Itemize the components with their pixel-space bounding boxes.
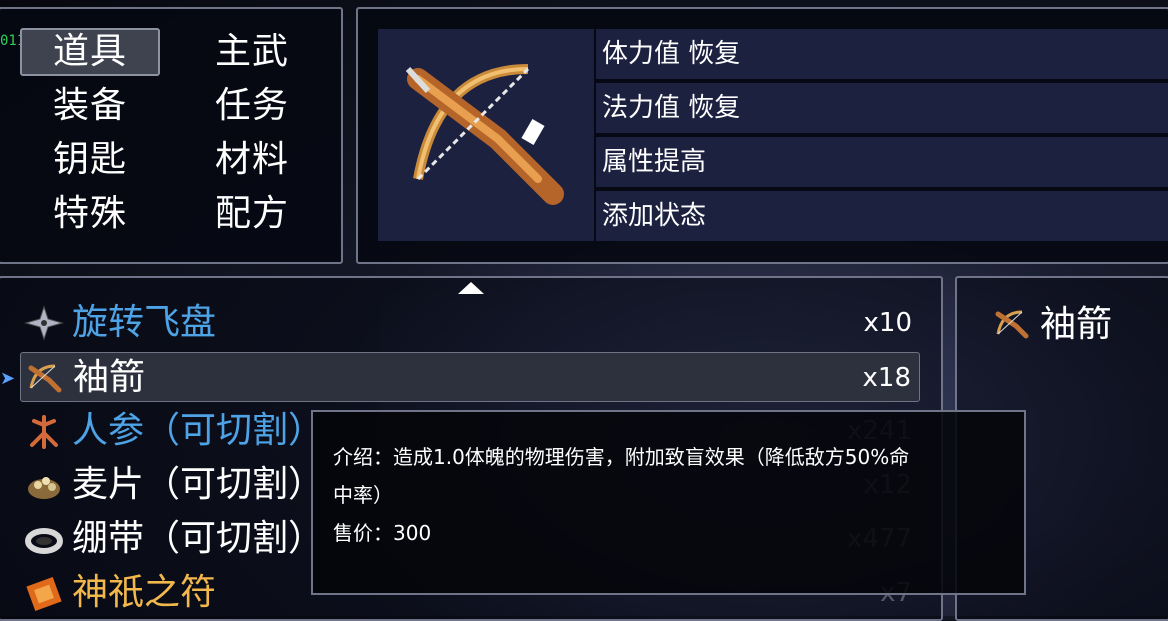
effect-attribute-boost: 属性提高 — [596, 137, 1168, 187]
item-count: x10 — [863, 308, 912, 338]
ginseng-icon — [30, 415, 58, 449]
item-name: 绷带（可切割） — [72, 518, 325, 559]
talisman-icon — [26, 576, 62, 611]
item-name: 袖箭 — [73, 357, 146, 398]
item-name: 麦片（可切割） — [72, 464, 325, 505]
item-name: 旋转飞盘 — [72, 302, 217, 343]
tooltip-price: 售价：300 — [333, 521, 432, 545]
bandage-icon — [25, 528, 63, 554]
scroll-up-arrow-icon[interactable] — [458, 282, 484, 294]
sleeve-crossbow-icon — [995, 310, 1029, 339]
category-main-weapon[interactable]: 主武 — [182, 30, 322, 74]
category-recipes[interactable]: 配方 — [182, 192, 322, 236]
list-item[interactable]: 旋转飞盘 x10 — [20, 298, 920, 348]
item-preview — [378, 29, 594, 241]
item-count: x18 — [862, 363, 911, 393]
cursor-arrow-icon: ➤ — [0, 368, 16, 389]
category-quest[interactable]: 任务 — [182, 84, 322, 128]
effect-hp-restore: 体力值 恢复 — [596, 29, 1168, 79]
item-name: 人参（可切割） — [72, 410, 325, 451]
category-equipment[interactable]: 装备 — [20, 84, 160, 128]
tooltip-description-line2: 中率） — [333, 483, 393, 507]
category-special[interactable]: 特殊 — [20, 192, 160, 236]
item-tooltip: 介绍：造成1.0体魄的物理伤害，附加致盲效果（降低敌方50%命 中率） 售价：3… — [311, 410, 1026, 595]
oatmeal-icon — [28, 477, 60, 499]
shuriken-icon — [24, 305, 64, 341]
sleeve-crossbow-icon — [405, 64, 564, 205]
category-keys[interactable]: 钥匙 — [20, 138, 160, 182]
sleeve-crossbow-icon — [28, 364, 62, 393]
effect-add-status: 添加状态 — [596, 191, 1168, 241]
tooltip-description-line1: 介绍：造成1.0体魄的物理伤害，附加致盲效果（降低敌方50%命 — [333, 445, 910, 469]
effect-mp-restore: 法力值 恢复 — [596, 83, 1168, 133]
item-name: 神祇之符 — [72, 572, 217, 613]
list-item-selected[interactable]: 袖箭 x18 — [20, 352, 920, 402]
category-items[interactable]: 道具 — [20, 28, 160, 76]
detail-item-name: 袖箭 — [1040, 304, 1113, 345]
category-materials[interactable]: 材料 — [182, 138, 322, 182]
